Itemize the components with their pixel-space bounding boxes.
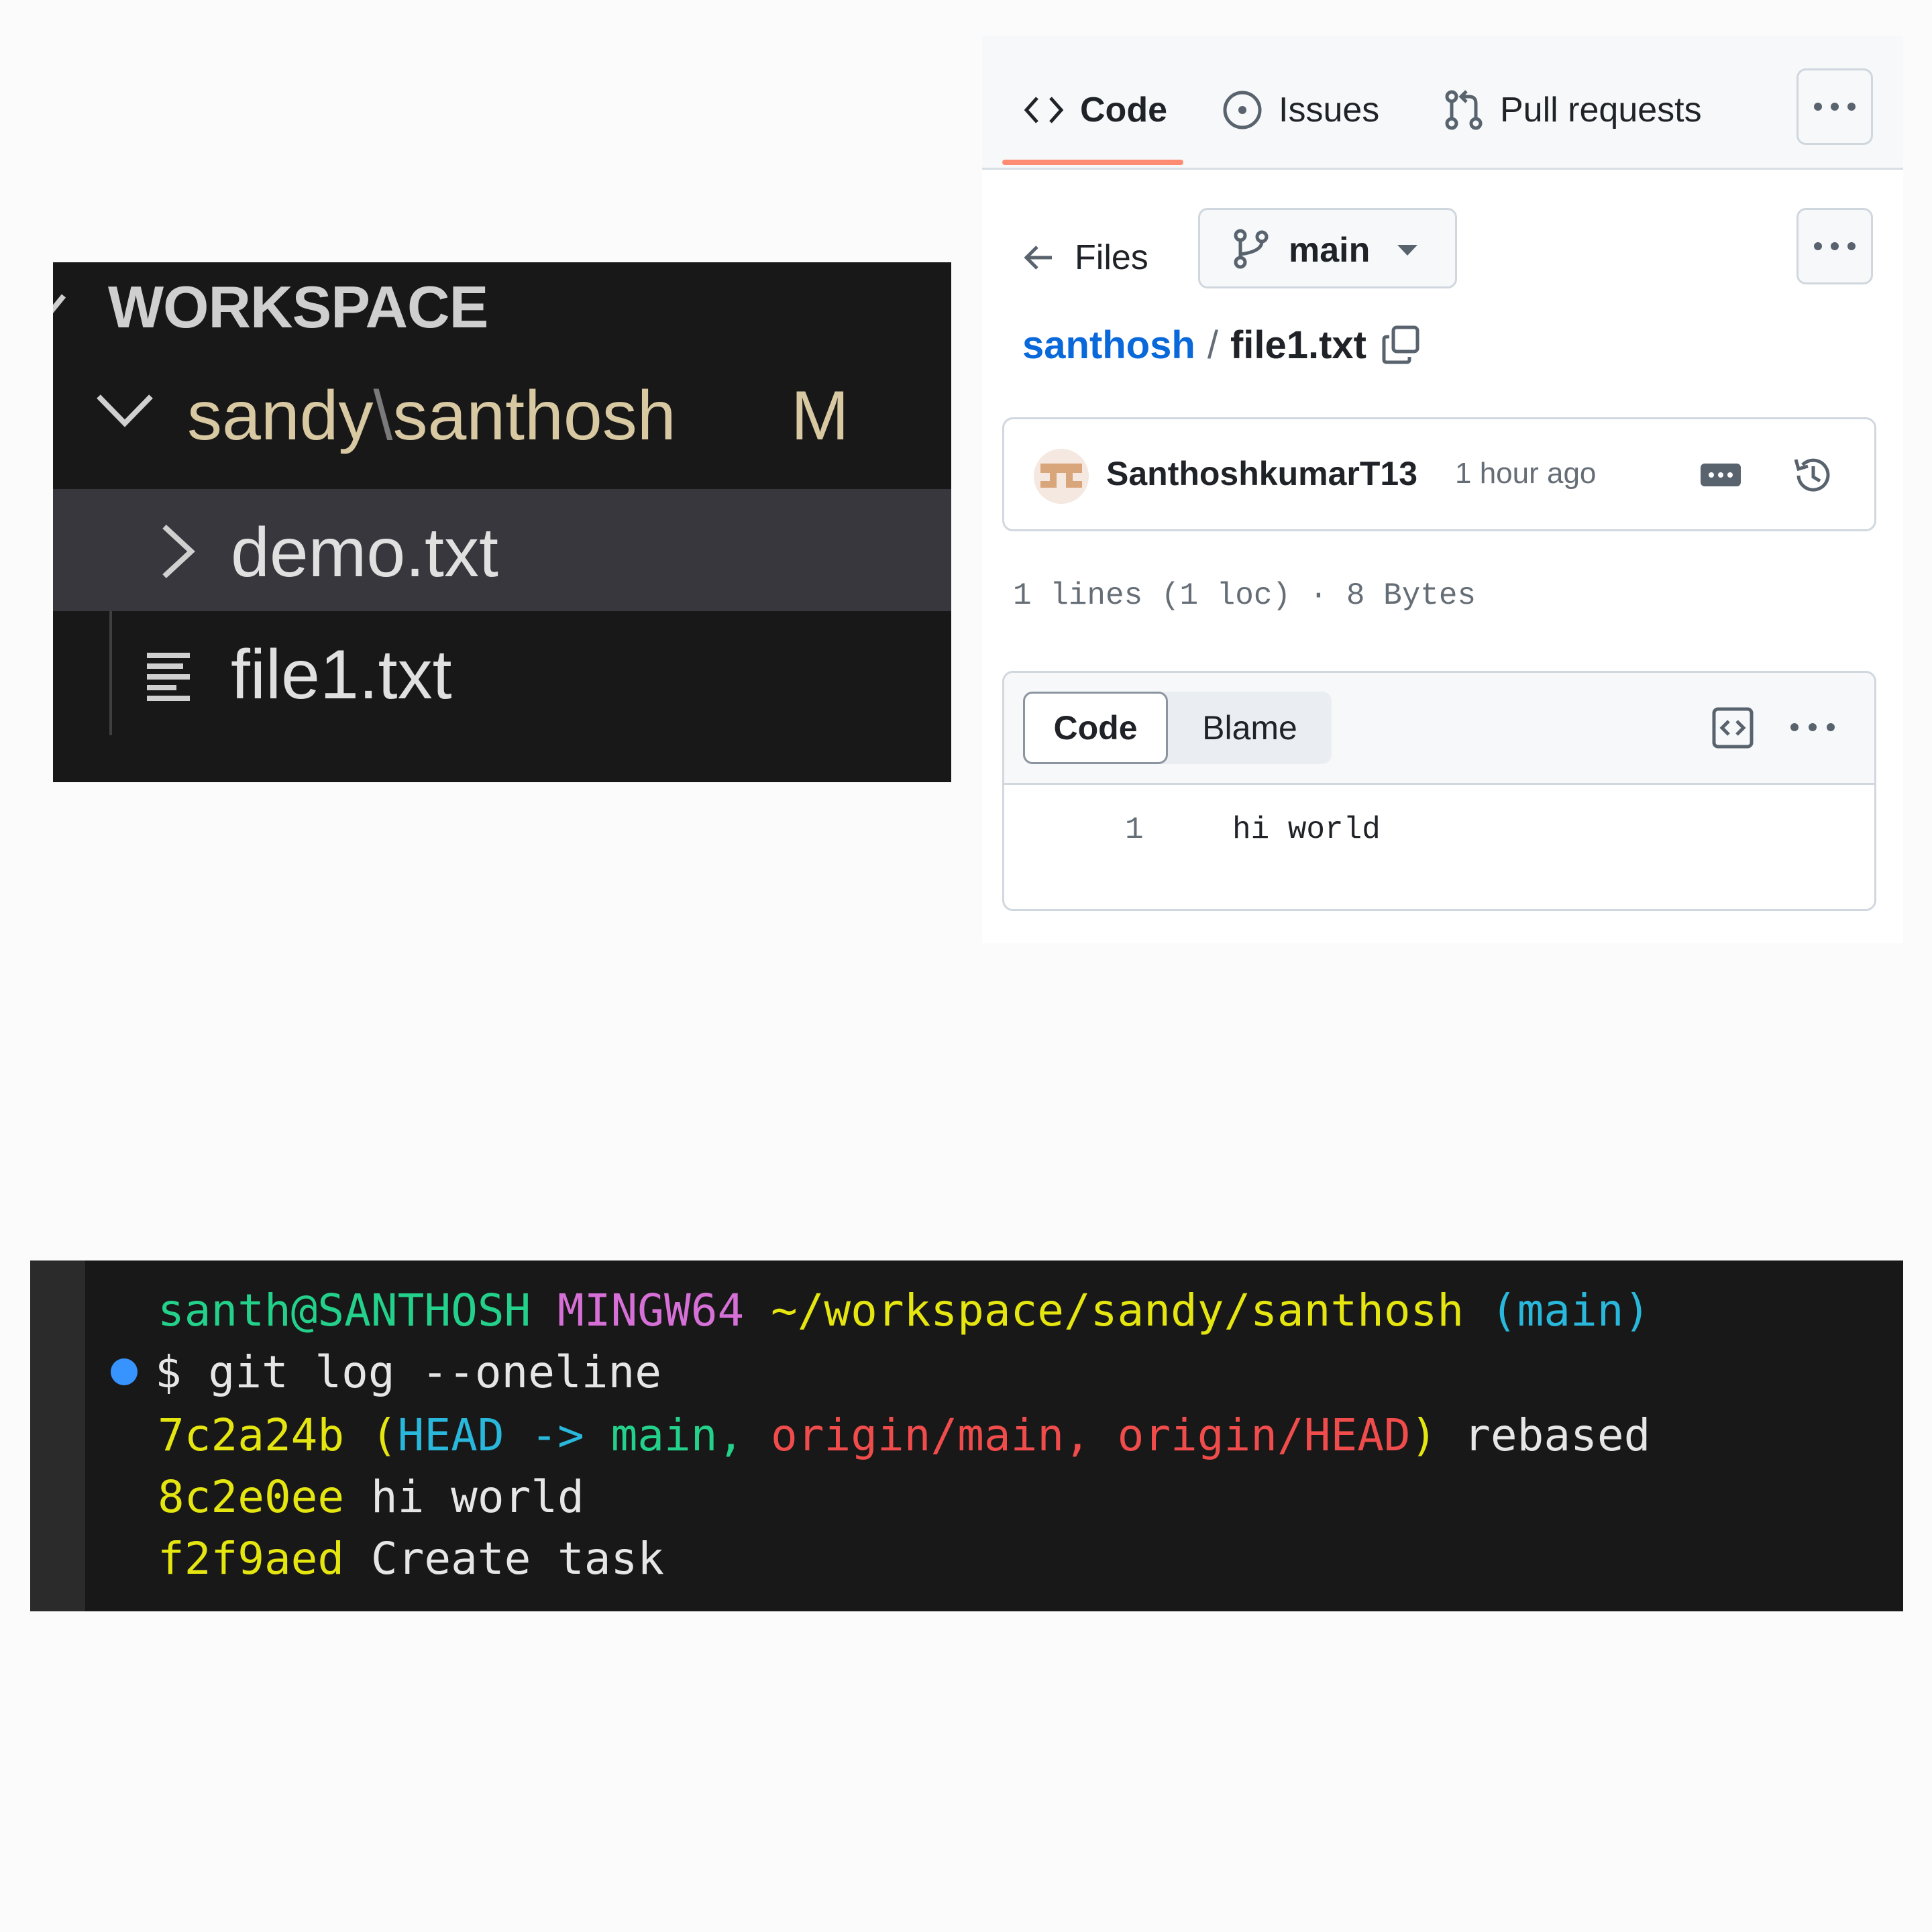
folder-label: sandy\santhosh [187,376,676,456]
file-more-options-button[interactable] [1796,208,1873,284]
explorer-panel: WORKSPACE sandy\santhosh M demo.txt file… [53,262,951,782]
kebab-horizontal-icon[interactable] [1789,717,1836,737]
breadcrumb-repo-link[interactable]: santhosh [1022,323,1195,368]
workspace-section-header[interactable]: WORKSPACE [53,262,951,343]
arrow-left-icon [1024,246,1052,270]
line-content: hi world [1232,812,1381,847]
folder-row-santhosh[interactable]: sandy\santhosh M [53,348,951,469]
terminal-gutter [30,1260,85,1611]
ref-main: main, [610,1409,745,1461]
commit-hash: 8c2e0ee [158,1471,345,1523]
code-icon [1024,97,1064,123]
file-info: 1 lines (1 loc) · 8 Bytes [1013,578,1477,613]
branch-selector[interactable]: main [1198,208,1457,288]
log-line: 7c2a24b (HEAD -> main, origin/main, orig… [158,1409,1650,1461]
breadcrumb: santhosh / file1.txt [1022,318,1421,372]
triangle-down-icon [1397,245,1417,256]
more-tabs-button[interactable] [1796,68,1873,145]
ref-origin-head: origin/HEAD [1117,1409,1411,1461]
code-view-button[interactable]: Code [1023,692,1168,764]
commit-hash: f2f9aed [158,1533,345,1585]
commit-author-link[interactable]: SanthoshkumarT13 [1106,454,1417,493]
chevron-right-icon [162,525,195,578]
history-icon[interactable] [1790,453,1836,498]
folder-path-separator: \ [373,377,393,455]
identicon-icon [1040,464,1082,488]
terminal-command-line: $ git log --oneline [155,1346,661,1398]
commit-message-toggle-icon[interactable] [1701,464,1741,486]
issue-opened-icon [1223,91,1262,129]
github-file-view: Code Issues Pull requests Files main san… [982,36,1903,943]
log-line: 8c2e0ee hi world [158,1471,584,1523]
refs-close: ) [1410,1409,1438,1461]
command-text: $ git log --oneline [155,1346,661,1398]
files-back-link[interactable]: Files [1022,231,1148,284]
tab-label: Code [1080,91,1167,129]
git-pull-request-icon [1445,90,1483,130]
commit-hash: 7c2a24b [158,1409,345,1461]
ref-origin-main: origin/main, [771,1409,1091,1461]
prompt-system: MINGW64 [557,1285,745,1336]
refs-open: ( [370,1409,398,1461]
breadcrumb-separator: / [1207,323,1218,367]
code-square-icon[interactable] [1711,706,1754,749]
code-viewer-header: Code Blame [1004,673,1874,785]
command-decoration-dot[interactable] [111,1358,138,1385]
prompt-user: santh@SANTHOSH [158,1285,531,1336]
terminal-prompt-line: santh@SANTHOSH MINGW64 ~/workspace/sandy… [158,1285,1650,1336]
latest-commit-box: SanthoshkumarT13 1 hour ago [1002,417,1876,531]
breadcrumb-file-name: file1.txt [1230,323,1366,367]
code-line: 1 hi world [1004,800,1874,867]
line-number[interactable]: 1 [1125,812,1144,847]
workspace-title: WORKSPACE [108,274,488,340]
blame-view-button[interactable]: Blame [1168,692,1332,764]
avatar[interactable] [1034,449,1089,504]
commit-message: Create task [370,1533,664,1585]
tab-issues[interactable]: Issues [1221,83,1379,137]
folder-label-parent: sandy [187,377,374,455]
view-mode-toggle: Code Blame [1023,692,1332,764]
kebab-horizontal-icon [1814,242,1856,250]
tab-label: Issues [1279,91,1380,129]
modified-badge: M [791,377,849,455]
text-file-icon [147,653,190,701]
ref-head: HEAD -> [397,1409,584,1461]
active-tab-indicator [1002,160,1183,165]
folder-label-name: santhosh [392,377,676,455]
files-label: Files [1075,238,1148,277]
code-viewer: Code Blame 1 hi world [1002,671,1876,911]
prompt-branch: (main) [1490,1285,1651,1336]
log-line: f2f9aed Create task [158,1533,664,1585]
commit-message: rebased [1464,1409,1651,1461]
copy-icon[interactable] [1381,325,1421,365]
tree-item-label: file1.txt [231,636,452,714]
terminal-panel[interactable]: santh@SANTHOSH MINGW64 ~/workspace/sandy… [30,1260,1903,1611]
tree-item-demo-txt[interactable]: demo.txt [53,489,951,611]
chevron-down-icon [97,394,153,427]
tab-code[interactable]: Code [1022,83,1167,137]
prompt-path: ~/workspace/sandy/santhosh [770,1285,1464,1336]
commit-time: 1 hour ago [1455,457,1597,490]
kebab-horizontal-icon [1814,103,1856,111]
chevron-down-icon [53,294,66,314]
branch-name: main [1289,231,1371,270]
tree-item-file1-txt[interactable]: file1.txt [53,611,951,733]
commit-message: hi world [370,1471,584,1523]
tree-item-label: demo.txt [231,514,498,592]
tab-label: Pull requests [1500,91,1702,129]
git-branch-icon [1234,229,1269,269]
tab-pull-requests[interactable]: Pull requests [1442,83,1702,137]
repo-tab-bar: Code Issues Pull requests [982,36,1903,170]
